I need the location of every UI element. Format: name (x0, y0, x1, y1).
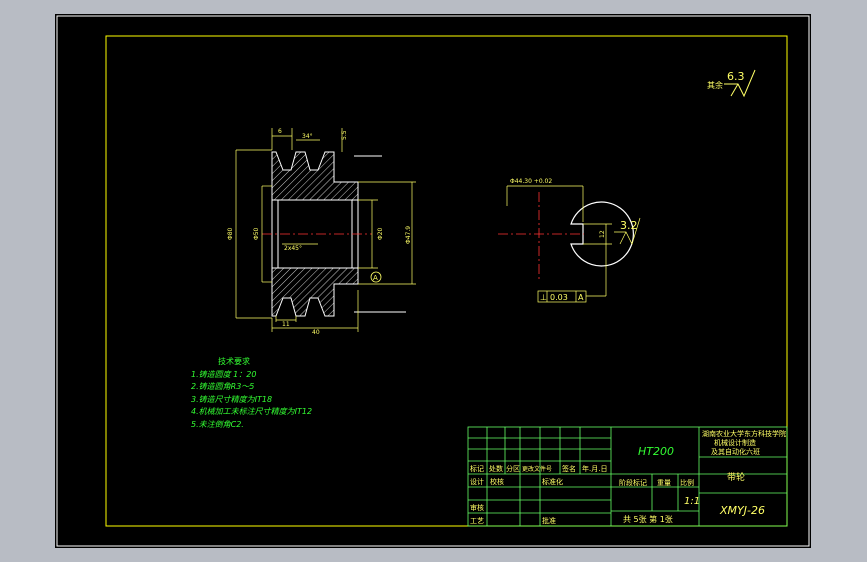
tb-row-label: 签名 (562, 464, 576, 473)
dim-bottom-len: 40 (312, 329, 320, 336)
dim-top-small: 6 (278, 128, 282, 135)
tech-note-item: 3.铸造尺寸精度为IT18 (191, 395, 272, 404)
dim-bore: Φ20 (377, 227, 384, 240)
tb-part-name: 带轮 (727, 471, 745, 483)
dim-right-small: 5.5 (341, 130, 348, 140)
tb-ratio: 比例 (680, 478, 694, 487)
tb-row-label: 更改文件号 (522, 465, 552, 473)
datum-label: A (373, 274, 378, 282)
tech-note-item: 5.未注倒角C2. (191, 420, 244, 429)
tb-scale: 1:1 (684, 496, 700, 507)
tech-notes-title: 技术要求 (218, 356, 250, 366)
tb-row-label: 分区 (506, 464, 520, 473)
tb-approve: 批准 (542, 516, 556, 525)
tb-sheet-info: 共 5张 第 1张 (623, 514, 673, 524)
dim-outer-dia: Φ80 (227, 227, 234, 240)
tb-weight: 重量 (657, 479, 671, 487)
tb-school-line3: 及其自动化六班 (711, 447, 760, 456)
roughness-value-local: 3.2 (620, 219, 638, 232)
tb-row-label: 处数 (489, 464, 503, 473)
tolerance-value: 0.03 (550, 293, 568, 302)
roughness-label: 其余 (707, 80, 723, 90)
cad-drawing-canvas[interactable]: 其余 6.3 6 34° 5.5 Φ80 Φ50 Φ20 Φ47.9 2x45°… (0, 0, 867, 562)
dim-keyway-top: Φ44.30 +0.02 (510, 178, 552, 185)
dim-top-angle: 34° (302, 133, 313, 140)
tb-design: 设计 (470, 477, 484, 486)
tb-row-label: 标记 (470, 464, 484, 473)
dim-keyway-side: 12 (599, 230, 606, 238)
tb-school-line1: 湖南农业大学东方科技学院 (702, 429, 786, 438)
dim-bottom-small: 11 (282, 321, 290, 328)
tech-note-item: 4.机械加工未标注尺寸精度为IT12 (191, 407, 312, 416)
roughness-value: 6.3 (727, 70, 745, 83)
dim-inner-dia: Φ50 (253, 227, 260, 240)
tb-stage-mark: 阶段标记 (619, 478, 647, 487)
tech-note-item: 1.铸造圆度 1：20 (191, 370, 256, 379)
tb-material: HT200 (638, 445, 674, 458)
tb-review: 审核 (470, 503, 484, 512)
tb-process: 工艺 (470, 517, 484, 525)
tb-check: 校核 (490, 477, 504, 486)
tb-drawing-no: XMYJ-26 (719, 504, 765, 517)
viewport-background (55, 14, 811, 548)
tolerance-symbol: ⊥ (540, 293, 547, 302)
tech-note-item: 2.铸造圆角R3～5 (191, 382, 254, 391)
tb-school-line2: 机械设计制造 (714, 438, 756, 447)
tb-row-label: 年.月.日 (582, 464, 607, 473)
dim-chamfer: 2x45° (284, 245, 302, 252)
tolerance-datum: A (578, 293, 584, 302)
tb-standard: 标准化 (542, 477, 563, 486)
dim-hub: Φ47.9 (405, 226, 412, 244)
